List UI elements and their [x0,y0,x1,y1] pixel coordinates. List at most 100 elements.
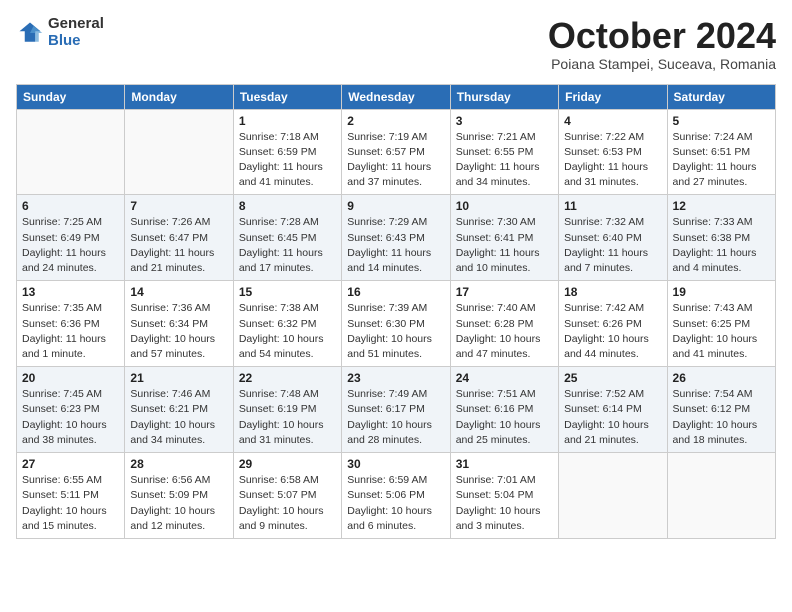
day-number: 9 [347,199,444,213]
logo-general-text: General [48,16,104,33]
day-detail: Sunrise: 7:25 AM Sunset: 6:49 PM Dayligh… [22,215,119,276]
day-number: 3 [456,114,553,128]
calendar-cell: 18 Sunrise: 7:42 AM Sunset: 6:26 PM Dayli… [559,281,667,367]
day-detail: Sunrise: 7:39 AM Sunset: 6:30 PM Dayligh… [347,301,444,362]
month-title: October 2024 [548,16,776,56]
calendar-body: 1Sunrise: 7:18 AM Sunset: 6:59 PM Daylig… [17,109,776,538]
calendar-cell: 24 Sunrise: 7:51 AM Sunset: 6:16 PM Dayli… [450,367,558,453]
day-number: 18 [564,285,661,299]
day-detail: Sunrise: 7:28 AM Sunset: 6:45 PM Dayligh… [239,215,336,276]
day-number: 22 [239,371,336,385]
day-number: 14 [130,285,227,299]
day-number: 20 [22,371,119,385]
day-number: 8 [239,199,336,213]
day-detail: Sunrise: 6:55 AM Sunset: 5:11 PM Dayligh… [22,473,119,534]
week-row-4: 20 Sunrise: 7:45 AM Sunset: 6:23 PM Dayli… [17,367,776,453]
calendar-cell: 10 Sunrise: 7:30 AM Sunset: 6:41 PM Dayli… [450,195,558,281]
calendar-cell: 20 Sunrise: 7:45 AM Sunset: 6:23 PM Dayli… [17,367,125,453]
day-detail: Sunrise: 7:54 AM Sunset: 6:12 PM Dayligh… [673,387,770,448]
title-area: October 2024 Poiana Stampei, Suceava, Ro… [548,16,776,72]
header-cell-monday: Monday [125,84,233,109]
day-detail: Sunrise: 6:59 AM Sunset: 5:06 PM Dayligh… [347,473,444,534]
calendar-cell: 4 Sunrise: 7:22 AM Sunset: 6:53 PM Daylig… [559,109,667,195]
day-detail: Sunrise: 7:22 AM Sunset: 6:53 PM Dayligh… [564,130,661,191]
day-number: 2 [347,114,444,128]
header-row: SundayMondayTuesdayWednesdayThursdayFrid… [17,84,776,109]
calendar-cell: 25 Sunrise: 7:52 AM Sunset: 6:14 PM Dayli… [559,367,667,453]
calendar-header: SundayMondayTuesdayWednesdayThursdayFrid… [17,84,776,109]
header-cell-thursday: Thursday [450,84,558,109]
calendar-cell [667,453,775,539]
calendar-cell: 16 Sunrise: 7:39 AM Sunset: 6:30 PM Dayli… [342,281,450,367]
day-detail: Sunrise: 7:21 AM Sunset: 6:55 PM Dayligh… [456,130,553,191]
header-cell-tuesday: Tuesday [233,84,341,109]
calendar-table: SundayMondayTuesdayWednesdayThursdayFrid… [16,84,776,539]
day-number: 23 [347,371,444,385]
day-number: 26 [673,371,770,385]
week-row-2: 6 Sunrise: 7:25 AM Sunset: 6:49 PM Daylig… [17,195,776,281]
header-cell-saturday: Saturday [667,84,775,109]
day-detail: Sunrise: 7:43 AM Sunset: 6:25 PM Dayligh… [673,301,770,362]
day-number: 16 [347,285,444,299]
header-cell-sunday: Sunday [17,84,125,109]
day-detail: Sunrise: 7:49 AM Sunset: 6:17 PM Dayligh… [347,387,444,448]
calendar-cell: 14 Sunrise: 7:36 AM Sunset: 6:34 PM Dayli… [125,281,233,367]
calendar-cell: 12 Sunrise: 7:33 AM Sunset: 6:38 PM Dayli… [667,195,775,281]
day-detail: Sunrise: 7:26 AM Sunset: 6:47 PM Dayligh… [130,215,227,276]
day-detail: Sunrise: 7:18 AM Sunset: 6:59 PM Dayligh… [239,130,336,191]
day-detail: Sunrise: 7:29 AM Sunset: 6:43 PM Dayligh… [347,215,444,276]
calendar-cell [125,109,233,195]
day-number: 12 [673,199,770,213]
day-number: 31 [456,457,553,471]
day-detail: Sunrise: 7:51 AM Sunset: 6:16 PM Dayligh… [456,387,553,448]
day-number: 11 [564,199,661,213]
day-detail: Sunrise: 7:19 AM Sunset: 6:57 PM Dayligh… [347,130,444,191]
day-number: 4 [564,114,661,128]
week-row-1: 1Sunrise: 7:18 AM Sunset: 6:59 PM Daylig… [17,109,776,195]
header-cell-friday: Friday [559,84,667,109]
calendar-cell: 17 Sunrise: 7:40 AM Sunset: 6:28 PM Dayli… [450,281,558,367]
page-header: General Blue October 2024 Poiana Stampei… [16,16,776,72]
day-detail: Sunrise: 7:36 AM Sunset: 6:34 PM Dayligh… [130,301,227,362]
day-number: 13 [22,285,119,299]
day-number: 6 [22,199,119,213]
day-detail: Sunrise: 6:56 AM Sunset: 5:09 PM Dayligh… [130,473,227,534]
calendar-cell: 11 Sunrise: 7:32 AM Sunset: 6:40 PM Dayli… [559,195,667,281]
calendar-cell: 3 Sunrise: 7:21 AM Sunset: 6:55 PM Daylig… [450,109,558,195]
day-detail: Sunrise: 7:33 AM Sunset: 6:38 PM Dayligh… [673,215,770,276]
day-number: 15 [239,285,336,299]
location-subtitle: Poiana Stampei, Suceava, Romania [548,56,776,72]
calendar-cell: 7 Sunrise: 7:26 AM Sunset: 6:47 PM Daylig… [125,195,233,281]
calendar-cell: 19Sunrise: 7:43 AM Sunset: 6:25 PM Dayli… [667,281,775,367]
calendar-cell: 1Sunrise: 7:18 AM Sunset: 6:59 PM Daylig… [233,109,341,195]
day-detail: Sunrise: 7:45 AM Sunset: 6:23 PM Dayligh… [22,387,119,448]
calendar-cell: 8 Sunrise: 7:28 AM Sunset: 6:45 PM Daylig… [233,195,341,281]
calendar-cell: 5Sunrise: 7:24 AM Sunset: 6:51 PM Daylig… [667,109,775,195]
day-number: 10 [456,199,553,213]
day-number: 5 [673,114,770,128]
day-number: 25 [564,371,661,385]
day-detail: Sunrise: 7:52 AM Sunset: 6:14 PM Dayligh… [564,387,661,448]
logo-text: General Blue [48,16,104,49]
calendar-cell: 26 Sunrise: 7:54 AM Sunset: 6:12 PM Dayli… [667,367,775,453]
day-number: 17 [456,285,553,299]
day-detail: Sunrise: 6:58 AM Sunset: 5:07 PM Dayligh… [239,473,336,534]
calendar-cell: 2 Sunrise: 7:19 AM Sunset: 6:57 PM Daylig… [342,109,450,195]
day-detail: Sunrise: 7:42 AM Sunset: 6:26 PM Dayligh… [564,301,661,362]
day-detail: Sunrise: 7:30 AM Sunset: 6:41 PM Dayligh… [456,215,553,276]
calendar-cell: 28Sunrise: 6:56 AM Sunset: 5:09 PM Dayli… [125,453,233,539]
day-detail: Sunrise: 7:40 AM Sunset: 6:28 PM Dayligh… [456,301,553,362]
day-number: 24 [456,371,553,385]
calendar-cell: 30Sunrise: 6:59 AM Sunset: 5:06 PM Dayli… [342,453,450,539]
calendar-cell: 15 Sunrise: 7:38 AM Sunset: 6:32 PM Dayli… [233,281,341,367]
day-detail: Sunrise: 7:38 AM Sunset: 6:32 PM Dayligh… [239,301,336,362]
calendar-cell [559,453,667,539]
logo-blue-text: Blue [48,33,104,50]
day-detail: Sunrise: 7:01 AM Sunset: 5:04 PM Dayligh… [456,473,553,534]
day-detail: Sunrise: 7:32 AM Sunset: 6:40 PM Dayligh… [564,215,661,276]
day-number: 21 [130,371,227,385]
calendar-cell: 31 Sunrise: 7:01 AM Sunset: 5:04 PM Dayli… [450,453,558,539]
day-number: 7 [130,199,227,213]
week-row-3: 13Sunrise: 7:35 AM Sunset: 6:36 PM Dayli… [17,281,776,367]
day-detail: Sunrise: 7:46 AM Sunset: 6:21 PM Dayligh… [130,387,227,448]
